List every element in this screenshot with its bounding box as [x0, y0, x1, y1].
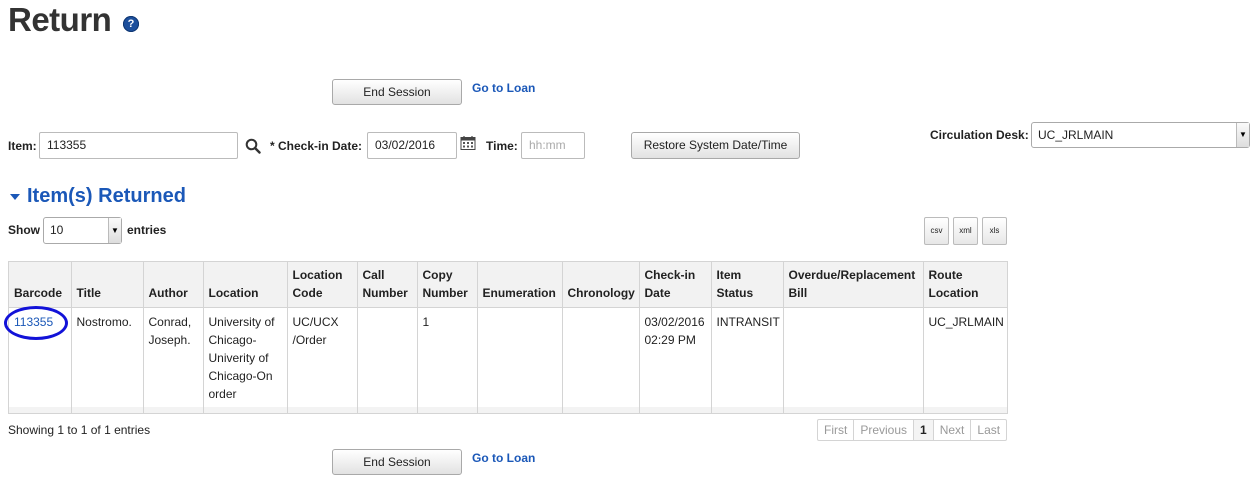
time-label: Time: [486, 139, 518, 153]
cell-overdue-bill [783, 307, 924, 407]
pager-first[interactable]: First [818, 420, 855, 440]
chevron-down-icon: ▼ [108, 218, 121, 243]
checkin-date-label: * Check-in Date: [270, 139, 363, 153]
column-header-location[interactable]: Location [203, 262, 288, 308]
cell-enumeration [477, 307, 563, 407]
pager-last[interactable]: Last [971, 420, 1006, 440]
column-header-line: Location [292, 267, 343, 282]
table-row: 113355 Nostromo. Conrad, Joseph. Univers… [9, 307, 1007, 407]
column-header-call-number[interactable]: Call Number [357, 262, 418, 308]
entries-label: entries [127, 223, 167, 237]
export-csv-button[interactable]: csv [924, 217, 949, 245]
column-header-line: Overdue/Replacement [788, 267, 916, 282]
cell-route-location: UC_JRLMAIN [928, 314, 1004, 329]
item-label: Item: [8, 139, 37, 153]
cell-checkin-date: 03/02/2016 02:29 PM [639, 307, 712, 407]
column-header-line: Bill [788, 285, 808, 300]
go-to-loan-link-bottom[interactable]: Go to Loan [472, 451, 535, 465]
items-returned-table: Barcode Title Author Location Location Code Ca… [8, 261, 1008, 414]
column-header-line: Author [148, 285, 188, 300]
end-session-button-bottom[interactable]: End Session [332, 449, 462, 475]
go-to-loan-link[interactable]: Go to Loan [472, 81, 535, 95]
pager-next[interactable]: Next [934, 420, 972, 440]
column-header-line: Number [422, 285, 468, 300]
column-header-author[interactable]: Author [143, 262, 204, 308]
column-header-line: Enumeration [482, 285, 556, 300]
column-header-line: Location [928, 285, 979, 300]
circulation-desk-value: UC_JRLMAIN [1038, 128, 1114, 142]
collapse-triangle-icon[interactable] [10, 194, 20, 200]
column-header-line: Route [928, 267, 963, 282]
item-input[interactable]: 113355 [39, 132, 238, 159]
cell-chronology [562, 307, 640, 407]
entries-per-page-value: 10 [50, 223, 64, 237]
column-header-line: Check-in [644, 267, 696, 282]
table-spacer-row [9, 407, 1007, 413]
column-header-line: Location [208, 285, 259, 300]
pagination: First Previous 1 Next Last [817, 419, 1008, 441]
column-header-line: Date [644, 285, 671, 300]
column-header-enumeration[interactable]: Enumeration [477, 262, 563, 308]
column-header-route-location[interactable]: Route Location [923, 262, 1007, 308]
help-icon[interactable]: ? [123, 16, 139, 32]
entries-per-page-select[interactable]: 10 ▼ [43, 217, 122, 244]
column-header-chronology[interactable]: Chronology [562, 262, 640, 308]
time-input[interactable]: hh:mm [521, 132, 585, 159]
pager-previous[interactable]: Previous [854, 420, 915, 440]
column-header-line: Title [76, 285, 101, 300]
location-line: order [208, 386, 237, 401]
cell-copy-number: 1 [417, 307, 478, 407]
cell-location-code: UC/UCX /Order [287, 307, 358, 407]
circulation-desk-select[interactable]: UC_JRLMAIN ▼ [1031, 122, 1250, 148]
checkin-date-input[interactable]: 03/02/2016 [367, 132, 457, 159]
cell-call-number [357, 307, 418, 407]
cell-location: University of Chicago- Univerity of Chic… [203, 307, 288, 407]
cell-author: Conrad, Joseph. [143, 307, 204, 407]
page-title: Return [8, 1, 112, 38]
table-header-row: Barcode Title Author Location Location Code Ca… [9, 262, 1007, 308]
author-line: Joseph. [148, 332, 191, 347]
export-xls-button[interactable]: xls [982, 217, 1007, 245]
column-header-checkin-date[interactable]: Check-in Date [639, 262, 712, 308]
author-line: Conrad, [148, 314, 192, 329]
location-code-line: UC/UCX [292, 314, 339, 329]
export-xml-button[interactable]: xml [953, 217, 978, 245]
chevron-down-icon: ▼ [1236, 123, 1249, 147]
location-line: Chicago- [208, 332, 257, 347]
circulation-desk-label: Circulation Desk: [930, 128, 1029, 142]
column-header-line: Chronology [567, 285, 635, 300]
column-header-line: Item [716, 267, 742, 282]
column-header-line: Call [362, 267, 385, 282]
column-header-copy-number[interactable]: Copy Number [417, 262, 478, 308]
column-header-line: Code [292, 285, 323, 300]
column-header-line: Copy [422, 267, 453, 282]
pager-page-1[interactable]: 1 [914, 420, 934, 440]
restore-system-date-time-button[interactable]: Restore System Date/Time [631, 132, 800, 159]
location-code-line: /Order [292, 332, 327, 347]
column-header-item-status[interactable]: Item Status [711, 262, 784, 308]
location-line: Univerity of [208, 350, 269, 365]
search-icon[interactable] [245, 138, 261, 154]
section-title[interactable]: Item(s) Returned [27, 183, 186, 209]
table-info: Showing 1 to 1 of 1 entries [8, 423, 151, 437]
checkin-time-line: 02:29 PM [644, 332, 696, 347]
column-header-line: Status [716, 285, 754, 300]
calendar-icon[interactable] [460, 135, 476, 151]
column-header-line: Number [362, 285, 408, 300]
column-header-line: Barcode [14, 285, 63, 300]
show-label: Show [8, 223, 40, 237]
cell-title: Nostromo. [71, 307, 144, 407]
cell-item-status: INTRANSIT [711, 307, 784, 407]
location-line: University of [208, 314, 275, 329]
barcode-highlight-circle [4, 306, 68, 340]
column-header-title[interactable]: Title [71, 262, 144, 308]
end-session-button[interactable]: End Session [332, 79, 462, 105]
location-line: Chicago-On [208, 368, 273, 383]
column-header-barcode[interactable]: Barcode [9, 262, 72, 308]
checkin-date-line: 03/02/2016 [644, 314, 705, 329]
column-header-location-code[interactable]: Location Code [287, 262, 358, 308]
column-header-overdue-replacement-bill[interactable]: Overdue/Replacement Bill [783, 262, 924, 308]
